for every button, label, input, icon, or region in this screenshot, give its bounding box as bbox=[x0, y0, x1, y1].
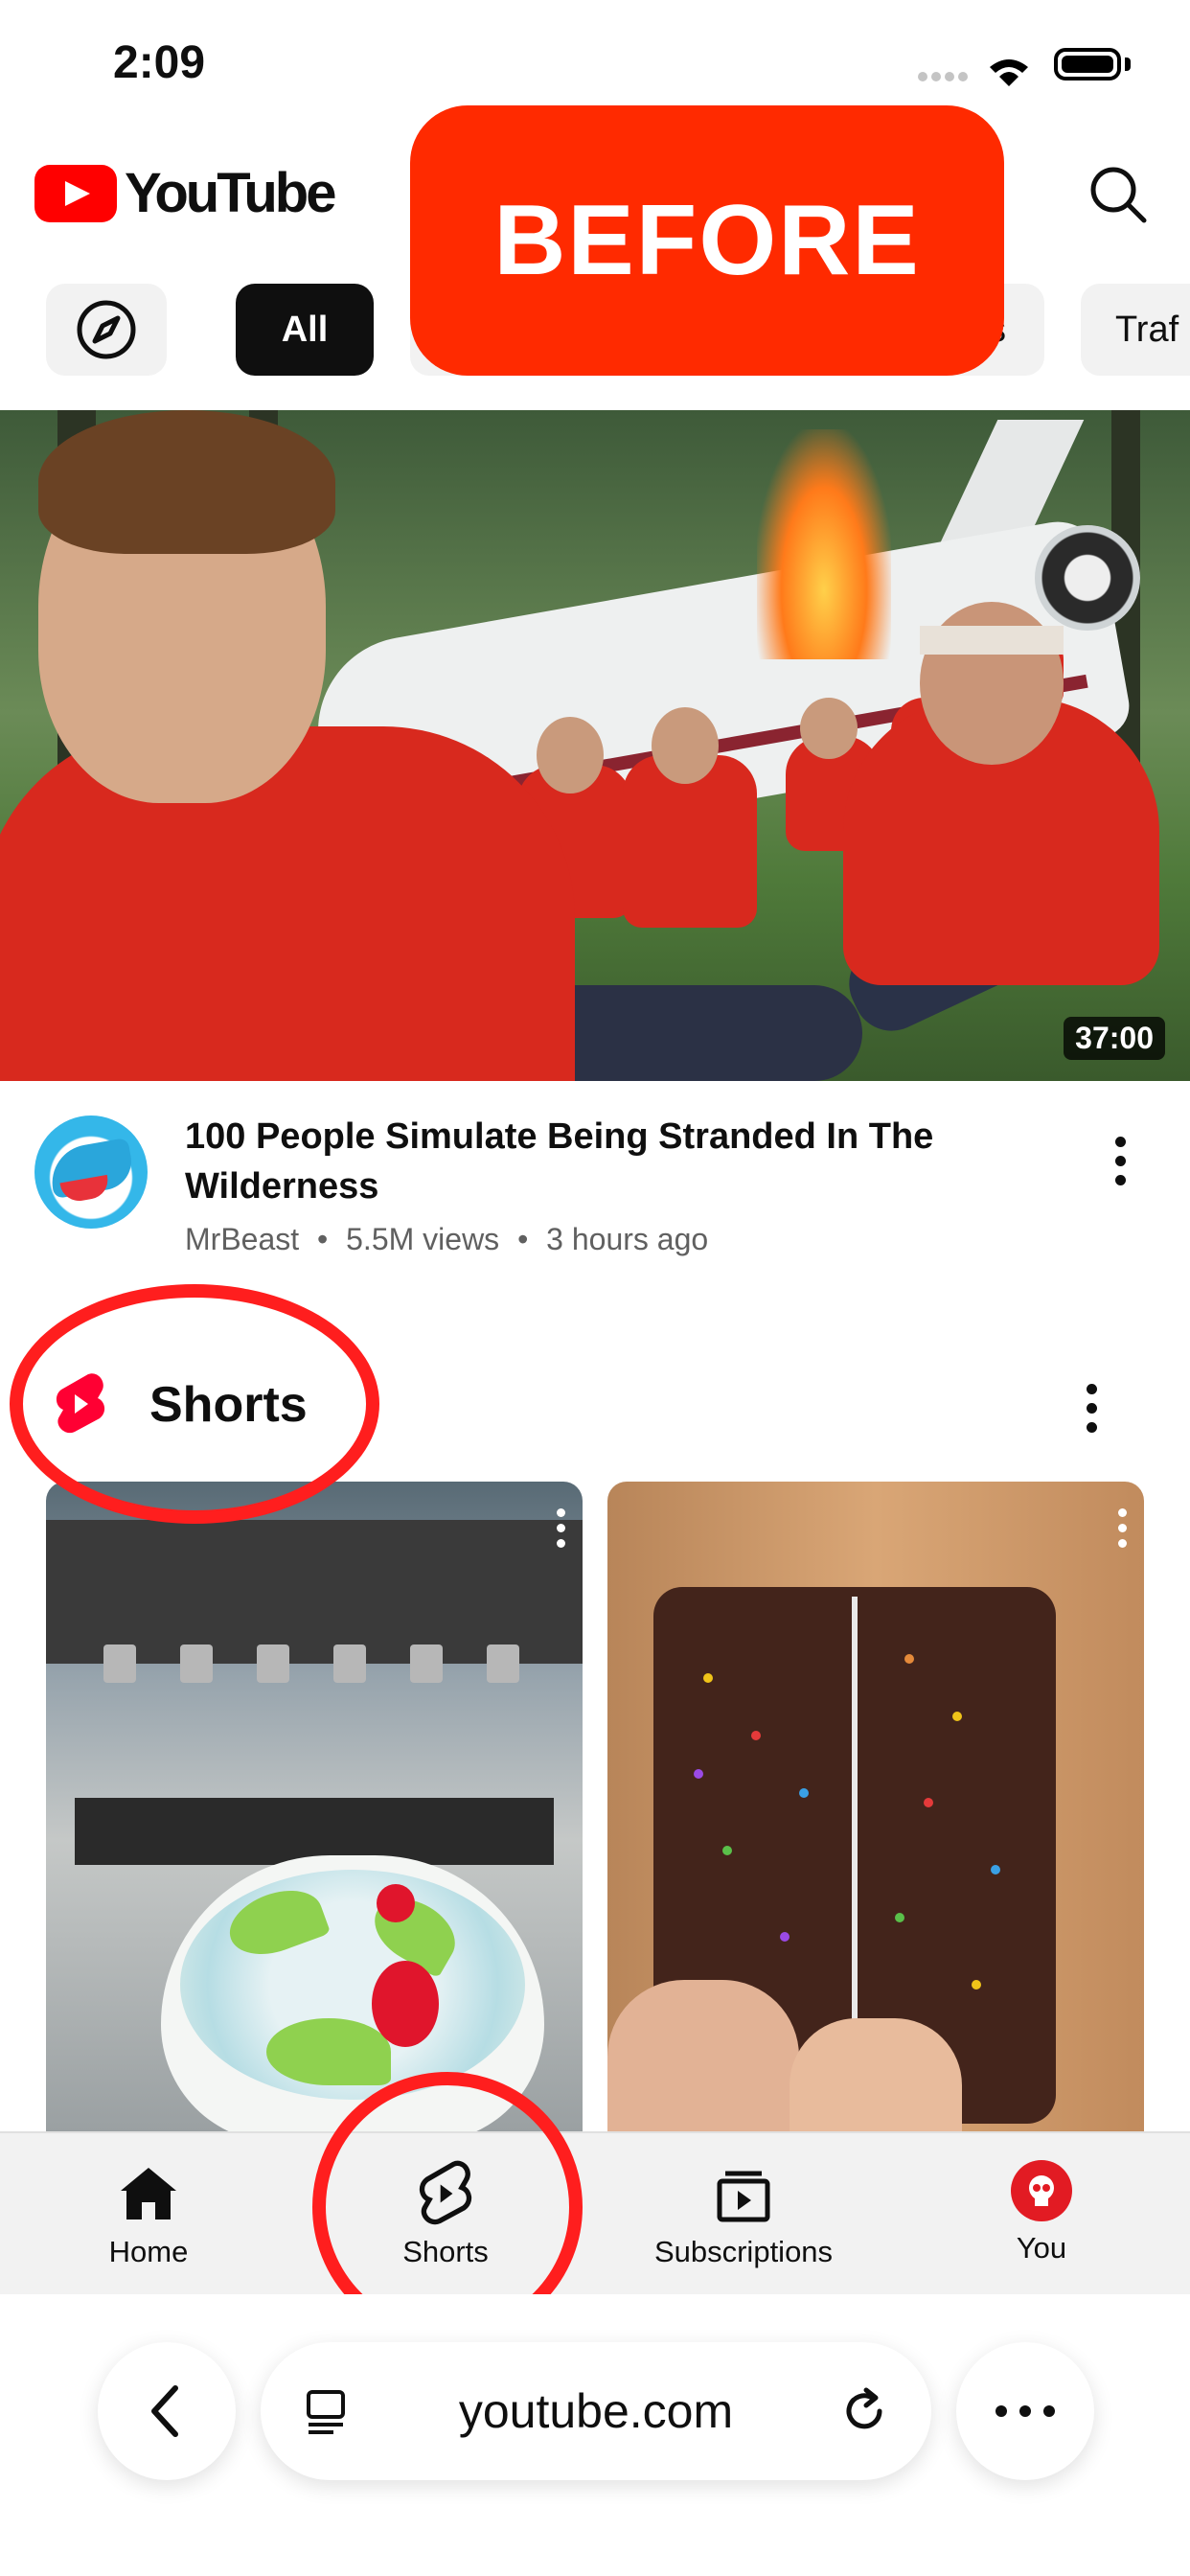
annotation-circle-shorts-header bbox=[10, 1284, 379, 1524]
video-more-menu-icon[interactable] bbox=[1115, 1137, 1127, 1194]
skull-icon bbox=[1029, 2175, 1054, 2206]
nav-home-label: Home bbox=[108, 2235, 189, 2268]
home-icon bbox=[121, 2168, 176, 2220]
app-name: YouTube bbox=[125, 162, 336, 224]
fountain-tap bbox=[180, 1644, 213, 1683]
sprinkle bbox=[895, 1913, 904, 1922]
before-overlay-badge: BEFORE bbox=[410, 105, 1004, 376]
cherry bbox=[377, 1884, 415, 1922]
sprinkle bbox=[703, 1673, 713, 1683]
fountain-tap bbox=[103, 1644, 136, 1683]
drip-tray bbox=[75, 1798, 554, 1865]
channel-avatar[interactable] bbox=[34, 1116, 148, 1229]
fountain-tap bbox=[410, 1644, 443, 1683]
cherry bbox=[372, 1961, 439, 2047]
upload-age: 3 hours ago bbox=[546, 1222, 709, 1256]
cellular-signal-icon bbox=[918, 59, 1028, 86]
short-more-menu-icon[interactable] bbox=[1118, 1508, 1127, 1554]
view-count: 5.5M views bbox=[346, 1222, 500, 1256]
person-head bbox=[537, 717, 604, 794]
video-thumbnail[interactable]: 37:00 bbox=[0, 410, 1190, 1081]
browser-more-button[interactable] bbox=[956, 2342, 1094, 2480]
nav-you[interactable]: You bbox=[917, 2160, 1166, 2266]
browser-address-bar[interactable]: youtube.com bbox=[261, 2342, 931, 2480]
metadata-separator: • bbox=[317, 1222, 329, 1256]
soda-fountain bbox=[46, 1520, 583, 1664]
sprinkle bbox=[694, 1769, 703, 1779]
browser-back-button[interactable] bbox=[98, 2342, 236, 2480]
short-card[interactable] bbox=[46, 1482, 583, 2133]
lime-slice bbox=[266, 2018, 391, 2085]
hand bbox=[607, 1980, 799, 2133]
nav-you-label: You bbox=[1016, 2231, 1067, 2265]
chip-trailing[interactable]: Traf bbox=[1081, 284, 1190, 376]
metadata-separator: • bbox=[517, 1222, 529, 1256]
fire bbox=[757, 429, 891, 659]
person-hair bbox=[38, 410, 335, 554]
sprinkle bbox=[780, 1932, 790, 1942]
sprinkle bbox=[972, 1980, 981, 1990]
avatar-icon bbox=[1011, 2160, 1072, 2221]
chip-all[interactable]: All bbox=[236, 284, 374, 376]
browser-url: youtube.com bbox=[458, 2384, 734, 2438]
sprinkle bbox=[722, 1846, 732, 1855]
subscriptions-icon bbox=[717, 2171, 770, 2222]
shorts-more-menu-icon[interactable] bbox=[1087, 1384, 1098, 1441]
status-time: 2:09 bbox=[113, 37, 206, 88]
browser-toolbar: youtube.com bbox=[0, 2294, 1190, 2576]
sprinkle bbox=[904, 1654, 914, 1664]
bottom-navigation: Home Shorts Subscriptions You bbox=[0, 2131, 1190, 2296]
nav-subscriptions-label: Subscriptions bbox=[653, 2235, 834, 2268]
person-head bbox=[800, 698, 858, 759]
sprinkle bbox=[799, 1788, 809, 1798]
youtube-logo[interactable]: YouTube bbox=[34, 161, 336, 225]
reload-icon[interactable] bbox=[837, 2384, 891, 2438]
short-more-menu-icon[interactable] bbox=[557, 1508, 565, 1554]
short-card[interactable] bbox=[607, 1482, 1144, 2133]
person-jacket bbox=[0, 726, 575, 1081]
nav-home[interactable]: Home bbox=[24, 2160, 273, 2269]
plane-engine bbox=[1035, 525, 1140, 631]
chevron-left-icon bbox=[151, 2385, 178, 2437]
person-head bbox=[652, 707, 719, 784]
fountain-tap bbox=[487, 1644, 519, 1683]
battery-tip bbox=[1125, 58, 1131, 71]
chip-explore[interactable] bbox=[46, 284, 167, 376]
reader-tabs-icon bbox=[307, 2390, 345, 2434]
sprinkle bbox=[952, 1712, 962, 1721]
fountain-tap bbox=[333, 1644, 366, 1683]
video-title[interactable]: 100 People Simulate Being Stranded In Th… bbox=[185, 1112, 1009, 1211]
youtube-logo-icon bbox=[34, 164, 117, 222]
search-icon[interactable] bbox=[1088, 165, 1148, 224]
more-horizontal-icon bbox=[995, 2405, 1055, 2417]
channel-name[interactable]: MrBeast bbox=[185, 1222, 299, 1256]
video-metadata: MrBeast • 5.5M views • 3 hours ago bbox=[185, 1222, 708, 1257]
nav-subscriptions[interactable]: Subscriptions bbox=[619, 2160, 868, 2269]
video-duration-badge: 37:00 bbox=[1064, 1017, 1165, 1060]
head-bandage bbox=[920, 626, 1064, 655]
compass-icon bbox=[77, 300, 136, 359]
fountain-tap bbox=[257, 1644, 289, 1683]
sprinkle bbox=[751, 1731, 761, 1740]
hand bbox=[790, 2018, 962, 2133]
sprinkle bbox=[991, 1865, 1000, 1874]
battery-icon bbox=[1054, 48, 1121, 80]
sprinkle bbox=[924, 1798, 933, 1807]
chip-trailing-label: Traf bbox=[1115, 309, 1179, 350]
